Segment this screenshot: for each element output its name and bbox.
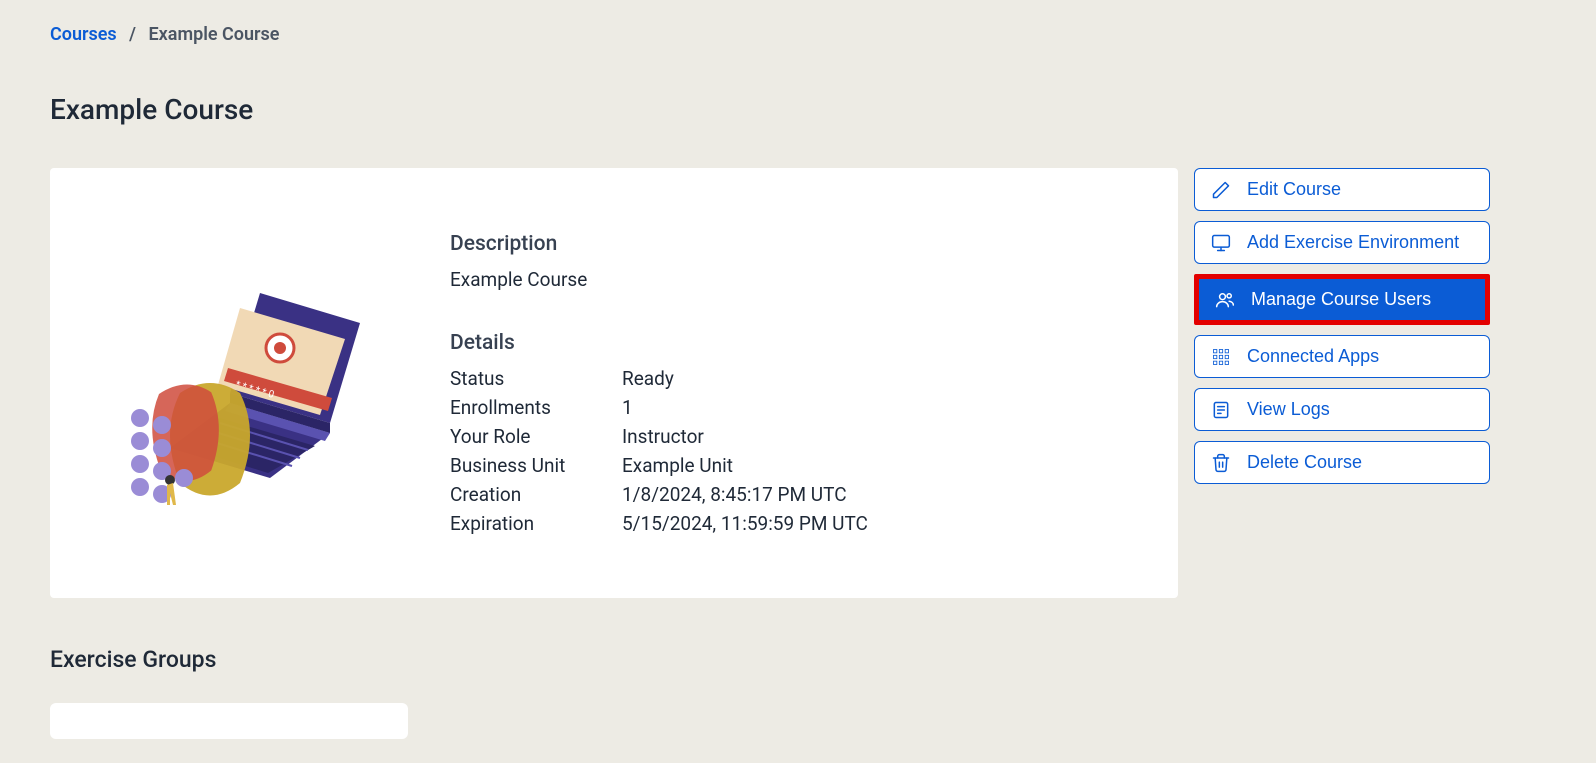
detail-label: Enrollments: [450, 396, 622, 419]
detail-value: 5/15/2024, 11:59:59 PM UTC: [622, 512, 1138, 535]
detail-value: 1/8/2024, 8:45:17 PM UTC: [622, 483, 1138, 506]
detail-label: Creation: [450, 483, 622, 506]
course-info-card: * * * * * 0: [50, 168, 1178, 598]
manage-users-highlight: Manage Course Users: [1194, 274, 1490, 325]
button-label: Edit Course: [1247, 179, 1341, 200]
trash-icon: [1211, 453, 1231, 473]
details-heading: Details: [450, 331, 1138, 355]
detail-value: Example Unit: [622, 454, 1138, 477]
add-exercise-environment-button[interactable]: Add Exercise Environment: [1194, 221, 1490, 264]
description-text: Example Course: [450, 268, 1138, 291]
button-label: View Logs: [1247, 399, 1330, 420]
detail-label: Expiration: [450, 512, 622, 535]
details-grid: Status Ready Enrollments 1 Your Role Ins…: [450, 367, 1138, 535]
detail-value: Instructor: [622, 425, 1138, 448]
actions-panel: Edit Course Add Exercise Environment: [1194, 168, 1490, 484]
course-illustration: * * * * * 0: [90, 228, 410, 558]
document-list-icon: [1211, 400, 1231, 420]
laptop-security-illustration-icon: * * * * * 0: [110, 253, 390, 533]
pencil-icon: [1211, 180, 1231, 200]
exercise-group-card[interactable]: [50, 703, 408, 739]
button-label: Add Exercise Environment: [1247, 232, 1459, 253]
manage-course-users-button[interactable]: Manage Course Users: [1199, 279, 1485, 320]
edit-course-button[interactable]: Edit Course: [1194, 168, 1490, 211]
page-title: Example Course: [50, 93, 1540, 126]
content-row: * * * * * 0: [50, 168, 1540, 598]
breadcrumb-root-link[interactable]: Courses: [50, 24, 117, 45]
description-heading: Description: [450, 232, 1138, 256]
monitor-icon: [1211, 233, 1231, 253]
detail-value: 1: [622, 396, 1138, 419]
button-label: Connected Apps: [1247, 346, 1379, 367]
detail-label: Business Unit: [450, 454, 622, 477]
detail-label: Your Role: [450, 425, 622, 448]
course-page: Courses / Example Course Example Course: [0, 0, 1540, 763]
course-info: Description Example Course Details Statu…: [450, 228, 1138, 558]
breadcrumb: Courses / Example Course: [50, 24, 1540, 45]
button-label: Manage Course Users: [1251, 289, 1431, 310]
button-label: Delete Course: [1247, 452, 1362, 473]
detail-value: Ready: [622, 367, 1138, 390]
detail-label: Status: [450, 367, 622, 390]
users-icon: [1215, 290, 1235, 310]
connected-apps-button[interactable]: Connected Apps: [1194, 335, 1490, 378]
apps-grid-icon: [1211, 347, 1231, 367]
exercise-groups-heading: Exercise Groups: [50, 646, 1540, 673]
view-logs-button[interactable]: View Logs: [1194, 388, 1490, 431]
breadcrumb-separator: /: [129, 24, 136, 45]
breadcrumb-current: Example Course: [149, 24, 280, 45]
delete-course-button[interactable]: Delete Course: [1194, 441, 1490, 484]
